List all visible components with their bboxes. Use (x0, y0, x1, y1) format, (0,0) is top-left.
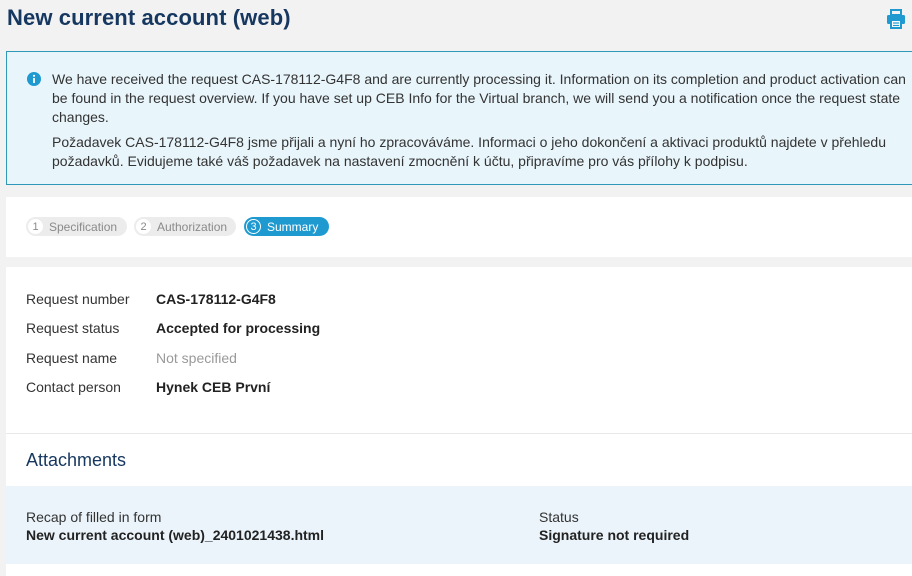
request-number-value: CAS-178112-G4F8 (156, 291, 276, 307)
step-specification[interactable]: 1 Specification (26, 217, 127, 236)
attachments-title: Attachments (26, 450, 127, 470)
request-status-label: Request status (26, 320, 120, 336)
request-number-label: Request number (26, 291, 130, 307)
step-number: 1 (28, 219, 43, 234)
recap-file-link[interactable]: New current account (web)_2401021438.htm… (26, 527, 324, 543)
step-number: 3 (246, 219, 261, 234)
step-label: Authorization (157, 219, 228, 234)
print-button[interactable] (885, 8, 907, 30)
request-details: Request number CAS-178112-G4F8 Request s… (6, 267, 912, 433)
step-label: Specification (49, 219, 118, 234)
page-title: New current account (web) (7, 5, 291, 30)
contact-person-value: Hynek CEB První (156, 379, 271, 395)
status-label: Status (539, 509, 579, 525)
bottom-panel-edge (6, 564, 912, 576)
printer-icon (887, 9, 905, 29)
steps-panel: 1 Specification 2 Authorization 3 Summar… (6, 197, 912, 257)
step-number: 2 (136, 219, 151, 234)
recap-label: Recap of filled in form (26, 509, 162, 525)
step-label: Summary (267, 219, 319, 234)
request-name-label: Request name (26, 350, 118, 366)
request-name-value: Not specified (156, 350, 237, 366)
step-authorization[interactable]: 2 Authorization (134, 217, 236, 236)
contact-person-label: Contact person (26, 379, 121, 395)
info-text-en: We have received the request CAS-178112-… (52, 71, 906, 125)
info-icon (27, 72, 41, 86)
attachment-row: Recap of filled in form New current acco… (6, 486, 912, 564)
request-status-value: Accepted for processing (156, 320, 321, 336)
info-message: We have received the request CAS-178112-… (6, 51, 912, 185)
step-summary[interactable]: 3 Summary (244, 217, 329, 236)
page-header: New current account (web) (0, 0, 912, 44)
status-value: Signature not required (539, 527, 690, 543)
attachments-header: Attachments (6, 434, 912, 486)
info-text-cz: Požadavek CAS-178112-G4F8 jsme přijali a… (52, 134, 886, 169)
